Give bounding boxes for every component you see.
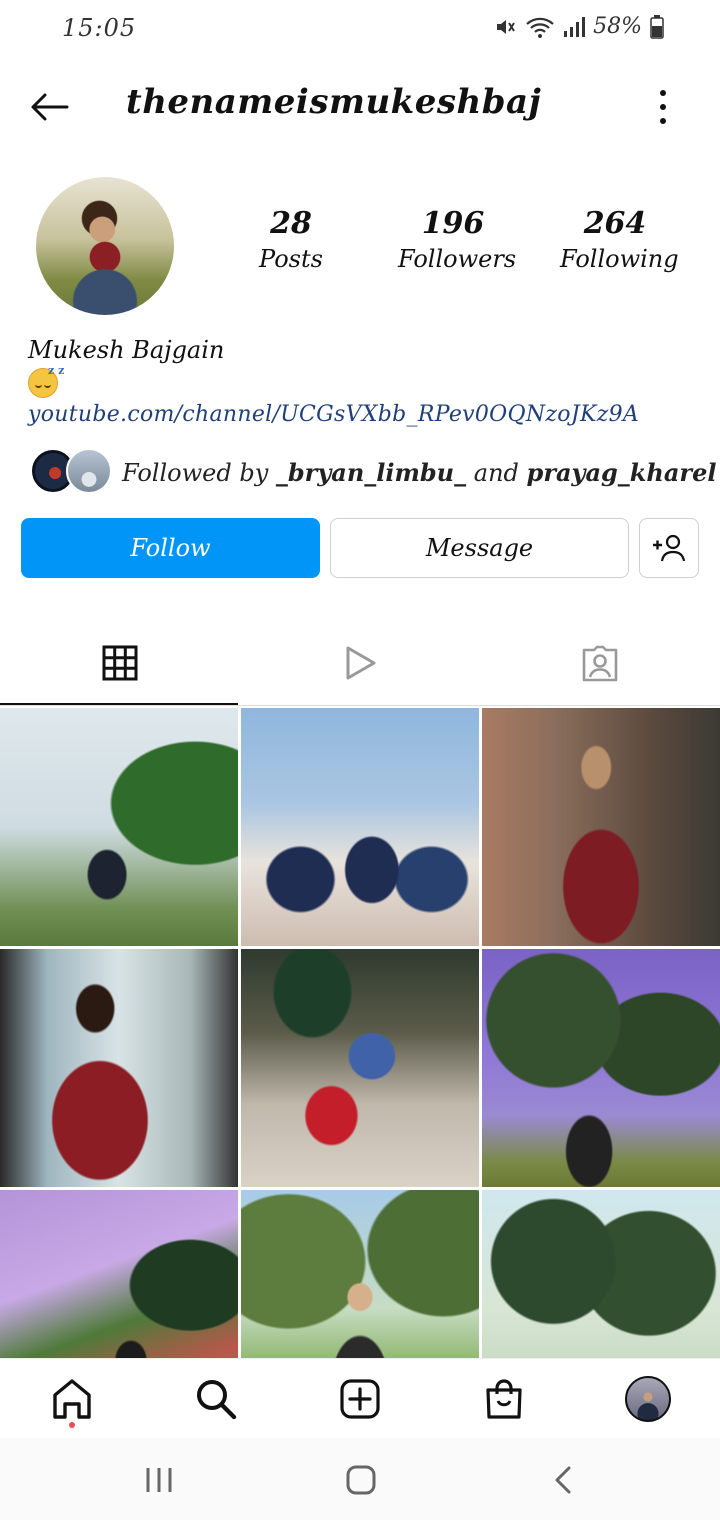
posts-count: 28: [270, 206, 312, 241]
stat-followers[interactable]: 196 Followers: [398, 206, 517, 273]
status-time: 15:05: [62, 14, 137, 42]
post-thumbnail[interactable]: [482, 708, 720, 946]
bio-link[interactable]: youtube.com/channel/UCGsVXbb_RPev0OQNzoJ…: [28, 402, 639, 427]
posts-grid: [0, 708, 720, 1358]
post-thumbnail[interactable]: [482, 949, 720, 1187]
bottom-navigation: [0, 1358, 720, 1438]
post-thumbnail[interactable]: [241, 949, 479, 1187]
followers-count: 196: [421, 206, 485, 241]
notification-dot: [69, 1422, 75, 1428]
profile-tabs: [0, 620, 720, 706]
more-vertical-icon: [660, 90, 666, 96]
search-icon: [197, 1380, 237, 1420]
post-thumbnail[interactable]: [0, 708, 238, 946]
system-back-button[interactable]: [538, 1460, 588, 1500]
followed-by-row[interactable]: Followed by _bryan_limbu_ and prayag_kha…: [30, 448, 716, 496]
mutual-user-1[interactable]: _bryan_limbu_: [276, 458, 466, 487]
tab-tagged[interactable]: [480, 620, 720, 706]
post-thumbnail[interactable]: [241, 1190, 479, 1358]
system-home-button[interactable]: [336, 1460, 386, 1500]
recent-apps-icon: [146, 1468, 172, 1492]
emoji-zz-icon: z z: [48, 364, 65, 377]
mute-icon: [493, 15, 517, 39]
posts-label: Posts: [259, 245, 323, 273]
mutual-avatar: [66, 448, 112, 494]
post-thumbnail[interactable]: [241, 708, 479, 946]
shopping-bag-icon: [486, 1379, 522, 1419]
status-icons: 58%: [493, 14, 664, 39]
home-circle-icon: [346, 1465, 376, 1495]
followed-by-text: Followed by _bryan_limbu_ and prayag_kha…: [122, 458, 717, 487]
following-label: Following: [560, 245, 679, 273]
profile-stats: 28 Posts 196 Followers 264 Following: [230, 206, 700, 296]
nav-profile[interactable]: [618, 1371, 678, 1427]
tagged-person-icon: [582, 645, 618, 682]
mutual-user-2[interactable]: prayag_kharel: [527, 458, 717, 487]
post-thumbnail[interactable]: [0, 1190, 238, 1358]
post-thumbnail[interactable]: [482, 1190, 720, 1358]
battery-percent: 58%: [593, 14, 642, 39]
tab-reels[interactable]: [240, 620, 480, 706]
post-thumbnail[interactable]: [0, 949, 238, 1187]
followers-label: Followers: [398, 245, 517, 273]
stat-posts[interactable]: 28 Posts: [246, 206, 336, 273]
more-options-button[interactable]: [648, 90, 678, 124]
recent-apps-button[interactable]: [134, 1460, 184, 1500]
signal-icon: [563, 16, 586, 38]
page-title-username: thenameismukeshbaj: [126, 82, 542, 122]
back-button[interactable]: [26, 86, 72, 128]
plus-square-icon: [340, 1379, 380, 1419]
tab-posts-grid[interactable]: [0, 620, 240, 706]
following-count: 264: [583, 206, 647, 241]
add-user-icon: [653, 534, 686, 562]
nav-search[interactable]: [186, 1371, 246, 1427]
profile-full-name: Mukesh Bajgain: [28, 336, 225, 364]
home-icon: [53, 1379, 91, 1419]
divider: [0, 705, 720, 706]
back-chevron-icon: [555, 1466, 571, 1494]
profile-header: thenameismukeshbaj: [0, 70, 720, 144]
message-button[interactable]: Message: [330, 518, 629, 578]
grid-icon: [102, 645, 138, 681]
back-arrow-icon: [31, 93, 69, 121]
avatar: [625, 1376, 671, 1422]
system-navigation: [0, 1438, 720, 1520]
wifi-icon: [525, 15, 555, 39]
follow-button[interactable]: Follow: [21, 518, 320, 578]
status-bar: 15:05 58%: [0, 0, 720, 58]
play-icon: [346, 646, 376, 680]
suggested-users-button[interactable]: [639, 518, 699, 578]
stat-following[interactable]: 264 Following: [560, 206, 679, 273]
battery-icon: [650, 14, 664, 39]
profile-avatar[interactable]: [36, 177, 174, 315]
nav-shop[interactable]: [474, 1371, 534, 1427]
nav-home[interactable]: [42, 1371, 102, 1427]
nav-create[interactable]: [330, 1371, 390, 1427]
